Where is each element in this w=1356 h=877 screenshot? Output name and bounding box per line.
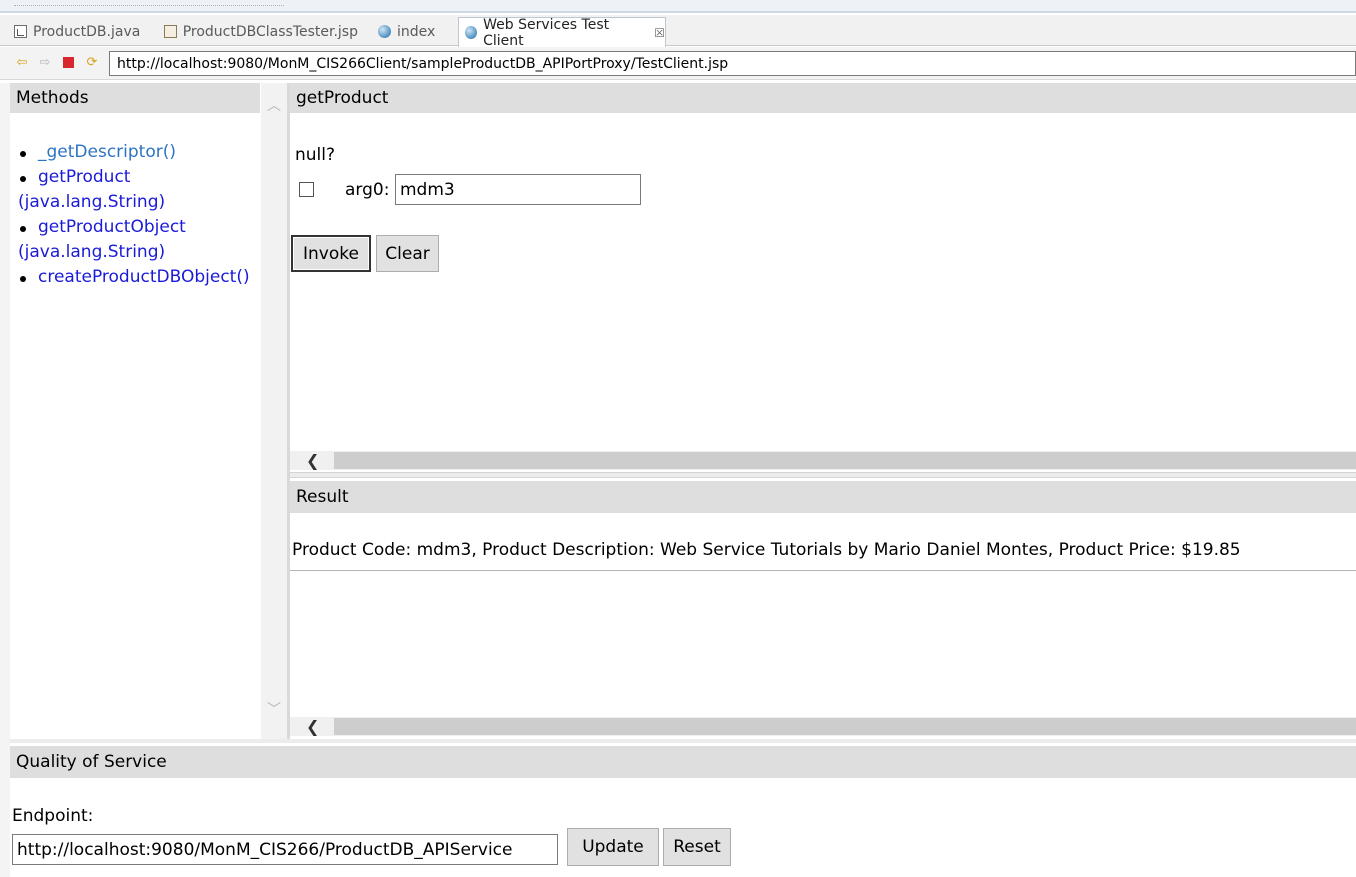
stop-icon[interactable] — [61, 55, 77, 71]
reset-button[interactable]: Reset — [663, 828, 731, 866]
qos-splitter[interactable] — [10, 739, 1356, 743]
tab-web-services-test-client[interactable]: Web Services Test Client ☒ — [458, 16, 666, 49]
back-arrow-icon[interactable]: ⇦ — [14, 55, 30, 71]
method-name: getProductObject — [38, 217, 186, 237]
arg0-input[interactable] — [395, 174, 641, 205]
close-icon[interactable]: ☒ — [654, 26, 665, 40]
tab-label: ProductDBClassTester.jsp — [182, 23, 358, 40]
qos-title: Quality of Service — [16, 752, 167, 772]
method-param: (java.lang.String) — [18, 192, 166, 212]
result-divider — [290, 570, 1356, 571]
web-services-test-client: ProductDB.java ProductDBClassTester.jsp … — [0, 0, 1356, 877]
methods-scrollbar[interactable]: ︿ ﹀ — [261, 83, 287, 739]
result-text: Product Code: mdm3, Product Description:… — [292, 540, 1241, 560]
method-link-createproductdbobject[interactable]: createProductDBObject() — [38, 267, 250, 287]
tab-label: Web Services Test Client — [483, 16, 610, 49]
java-file-icon — [14, 25, 27, 38]
methods-panel-header: Methods — [10, 83, 260, 113]
toolbar-strip — [0, 0, 1356, 13]
refresh-icon[interactable]: ⟳ — [84, 55, 100, 71]
tab-index[interactable]: index — [372, 17, 456, 46]
arg0-label: arg0: — [345, 180, 390, 200]
globe-icon — [378, 25, 391, 38]
method-link-getproduct[interactable]: getProduct (java.lang.String) — [18, 167, 260, 215]
browser-address-bar: ⇦ ⇨ ⟳ http://localhost:9080/MonM_CIS266C… — [0, 47, 1356, 80]
qos-panel-header: Quality of Service — [10, 746, 1356, 778]
scrollbar-thumb[interactable] — [334, 718, 1356, 735]
method-list: _getDescriptor() getProduct (java.lang.S… — [10, 140, 260, 290]
editor-tab-bar: ProductDB.java ProductDBClassTester.jsp … — [0, 15, 1356, 49]
list-item: createProductDBObject() — [10, 265, 260, 290]
null-label: null? — [295, 145, 336, 165]
endpoint-label: Endpoint: — [12, 806, 94, 826]
chevron-down-icon[interactable]: ﹀ — [267, 703, 281, 717]
method-link-getdescriptor[interactable]: _getDescriptor() — [38, 142, 176, 162]
jsp-file-icon — [164, 25, 177, 38]
method-link-getproductobject[interactable]: getProductObject (java.lang.String) — [18, 217, 260, 265]
operation-horizontal-scrollbar[interactable]: ❮ — [290, 451, 1356, 470]
vertical-splitter[interactable] — [287, 83, 290, 739]
result-horizontal-scrollbar[interactable]: ❮ — [290, 717, 1356, 736]
tab-productdb-java[interactable]: ProductDB.java — [8, 17, 156, 46]
scrollbar-thumb[interactable] — [334, 452, 1356, 469]
tab-productdbclasstester-jsp[interactable]: ProductDBClassTester.jsp — [158, 17, 358, 46]
invoke-button[interactable]: Invoke — [291, 235, 371, 272]
list-item: getProduct (java.lang.String) — [10, 165, 260, 215]
list-item: _getDescriptor() — [10, 140, 260, 165]
endpoint-input[interactable] — [12, 834, 558, 865]
result-title: Result — [296, 487, 349, 507]
globe-icon — [465, 26, 478, 39]
left-gutter — [0, 83, 10, 877]
chevron-left-icon[interactable]: ❮ — [306, 717, 319, 736]
url-input[interactable]: http://localhost:9080/MonM_CIS266Client/… — [109, 51, 1356, 76]
update-button[interactable]: Update — [567, 828, 659, 866]
tab-label: ProductDB.java — [33, 23, 141, 40]
operation-panel-header: getProduct — [290, 83, 1356, 113]
chevron-up-icon[interactable]: ︿ — [267, 99, 281, 113]
forward-arrow-icon[interactable]: ⇨ — [37, 55, 53, 71]
null-checkbox[interactable] — [299, 182, 314, 197]
tab-label: index — [397, 23, 436, 40]
horizontal-splitter[interactable] — [290, 472, 1356, 478]
chevron-left-icon[interactable]: ❮ — [306, 451, 319, 470]
methods-title: Methods — [16, 88, 89, 108]
clear-button[interactable]: Clear — [376, 235, 439, 272]
method-name: getProduct — [38, 167, 131, 187]
method-param: (java.lang.String) — [18, 242, 166, 262]
result-panel-header: Result — [290, 481, 1356, 513]
list-item: getProductObject (java.lang.String) — [10, 215, 260, 265]
operation-title: getProduct — [296, 88, 389, 108]
